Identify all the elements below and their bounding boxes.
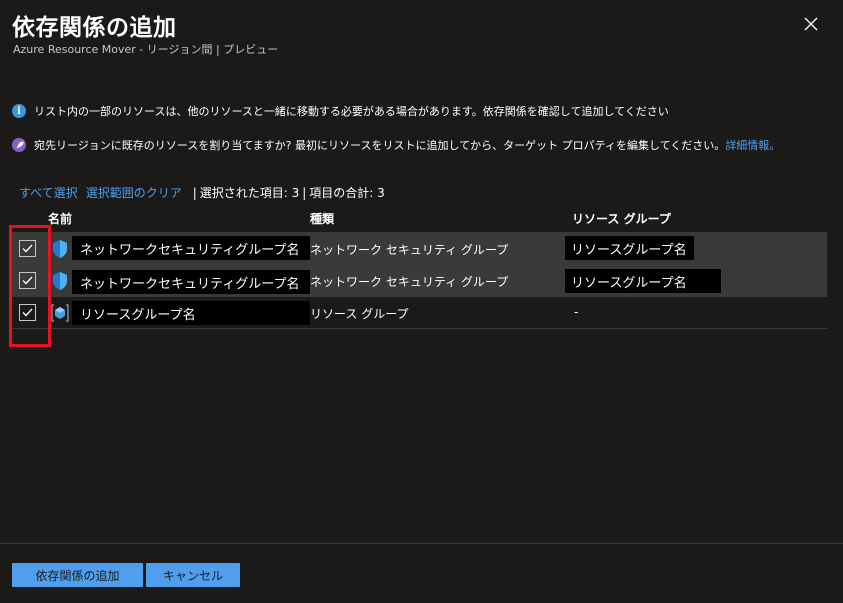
resource-group-icon [51,304,69,322]
add-dependencies-button[interactable]: 依存関係の追加 [12,563,143,587]
checkmark-icon [22,244,33,253]
close-button[interactable] [799,12,823,36]
dependency-grid: 名前 種類 リソース グループ ネットワークセキュリティグループ名 ネットワーク… [12,205,827,329]
table-row[interactable]: リソースグループ名 リソース グループ - [12,297,827,329]
info-notice-text: リスト内の一部のリソースは、他のリソースと一緒に移動する必要がある場合があります… [34,105,669,118]
column-header-resource-group[interactable]: リソース グループ [572,210,671,227]
cancel-button[interactable]: キャンセル [146,563,240,587]
selected-count: 選択された項目: 3 [199,186,300,200]
toolbar-separator: | [302,185,307,200]
row-checkbox[interactable] [19,304,36,321]
close-icon [804,17,818,31]
panel-subtitle: Azure Resource Mover - リージョン間 | プレビュー [13,43,279,56]
column-header-type[interactable]: 種類 [310,210,334,227]
tip-notice-text: 宛先リージョンに既存のリソースを割り当てますか? 最初にリソースをリストに追加し… [34,139,726,152]
info-notice: i リスト内の一部のリソースは、他のリソースと一緒に移動する必要がある場合があり… [12,103,669,119]
resource-group-name: リソースグループ名 [565,236,694,260]
resource-name[interactable]: ネットワークセキュリティグループ名 [72,270,310,294]
selection-toolbar: すべて選択 選択範囲のクリア | 選択された項目: 3 | 項目の合計: 3 [19,184,385,201]
footer-divider [0,543,843,544]
grid-header: 名前 種類 リソース グループ [12,205,827,232]
total-count: 項目の合計: 3 [309,186,385,200]
rocket-icon [12,138,26,152]
select-all-link[interactable]: すべて選択 [19,184,78,201]
resource-group-empty: - [574,305,579,319]
resource-type: リソース グループ [310,307,409,321]
resource-type: ネットワーク セキュリティ グループ [310,275,509,289]
panel-title: 依存関係の追加 [12,15,177,41]
resource-group-name: リソースグループ名 [565,269,721,293]
resource-type: ネットワーク セキュリティ グループ [310,243,509,257]
add-dependencies-panel: 依存関係の追加 Azure Resource Mover - リージョン間 | … [0,0,843,603]
resource-name[interactable]: ネットワークセキュリティグループ名 [72,236,310,260]
shield-icon [53,272,67,290]
clear-selection-link[interactable]: 選択範囲のクリア [86,184,182,201]
learn-more-link[interactable]: 詳細情報。 [725,137,780,153]
checkmark-icon [22,276,33,285]
toolbar-separator: | [192,185,197,200]
row-checkbox[interactable] [19,240,36,257]
info-icon: i [12,104,26,118]
column-header-name[interactable]: 名前 [48,210,72,227]
tip-notice: 宛先リージョンに既存のリソースを割り当てますか? 最初にリソースをリストに追加し… [12,137,780,153]
resource-name[interactable]: リソースグループ名 [72,301,310,325]
row-checkbox[interactable] [19,272,36,289]
table-row[interactable]: ネットワークセキュリティグループ名 ネットワーク セキュリティ グループ リソー… [12,232,827,265]
shield-icon [53,240,67,258]
checkmark-icon [22,308,33,317]
table-row[interactable]: ネットワークセキュリティグループ名 ネットワーク セキュリティ グループ リソー… [12,265,827,297]
